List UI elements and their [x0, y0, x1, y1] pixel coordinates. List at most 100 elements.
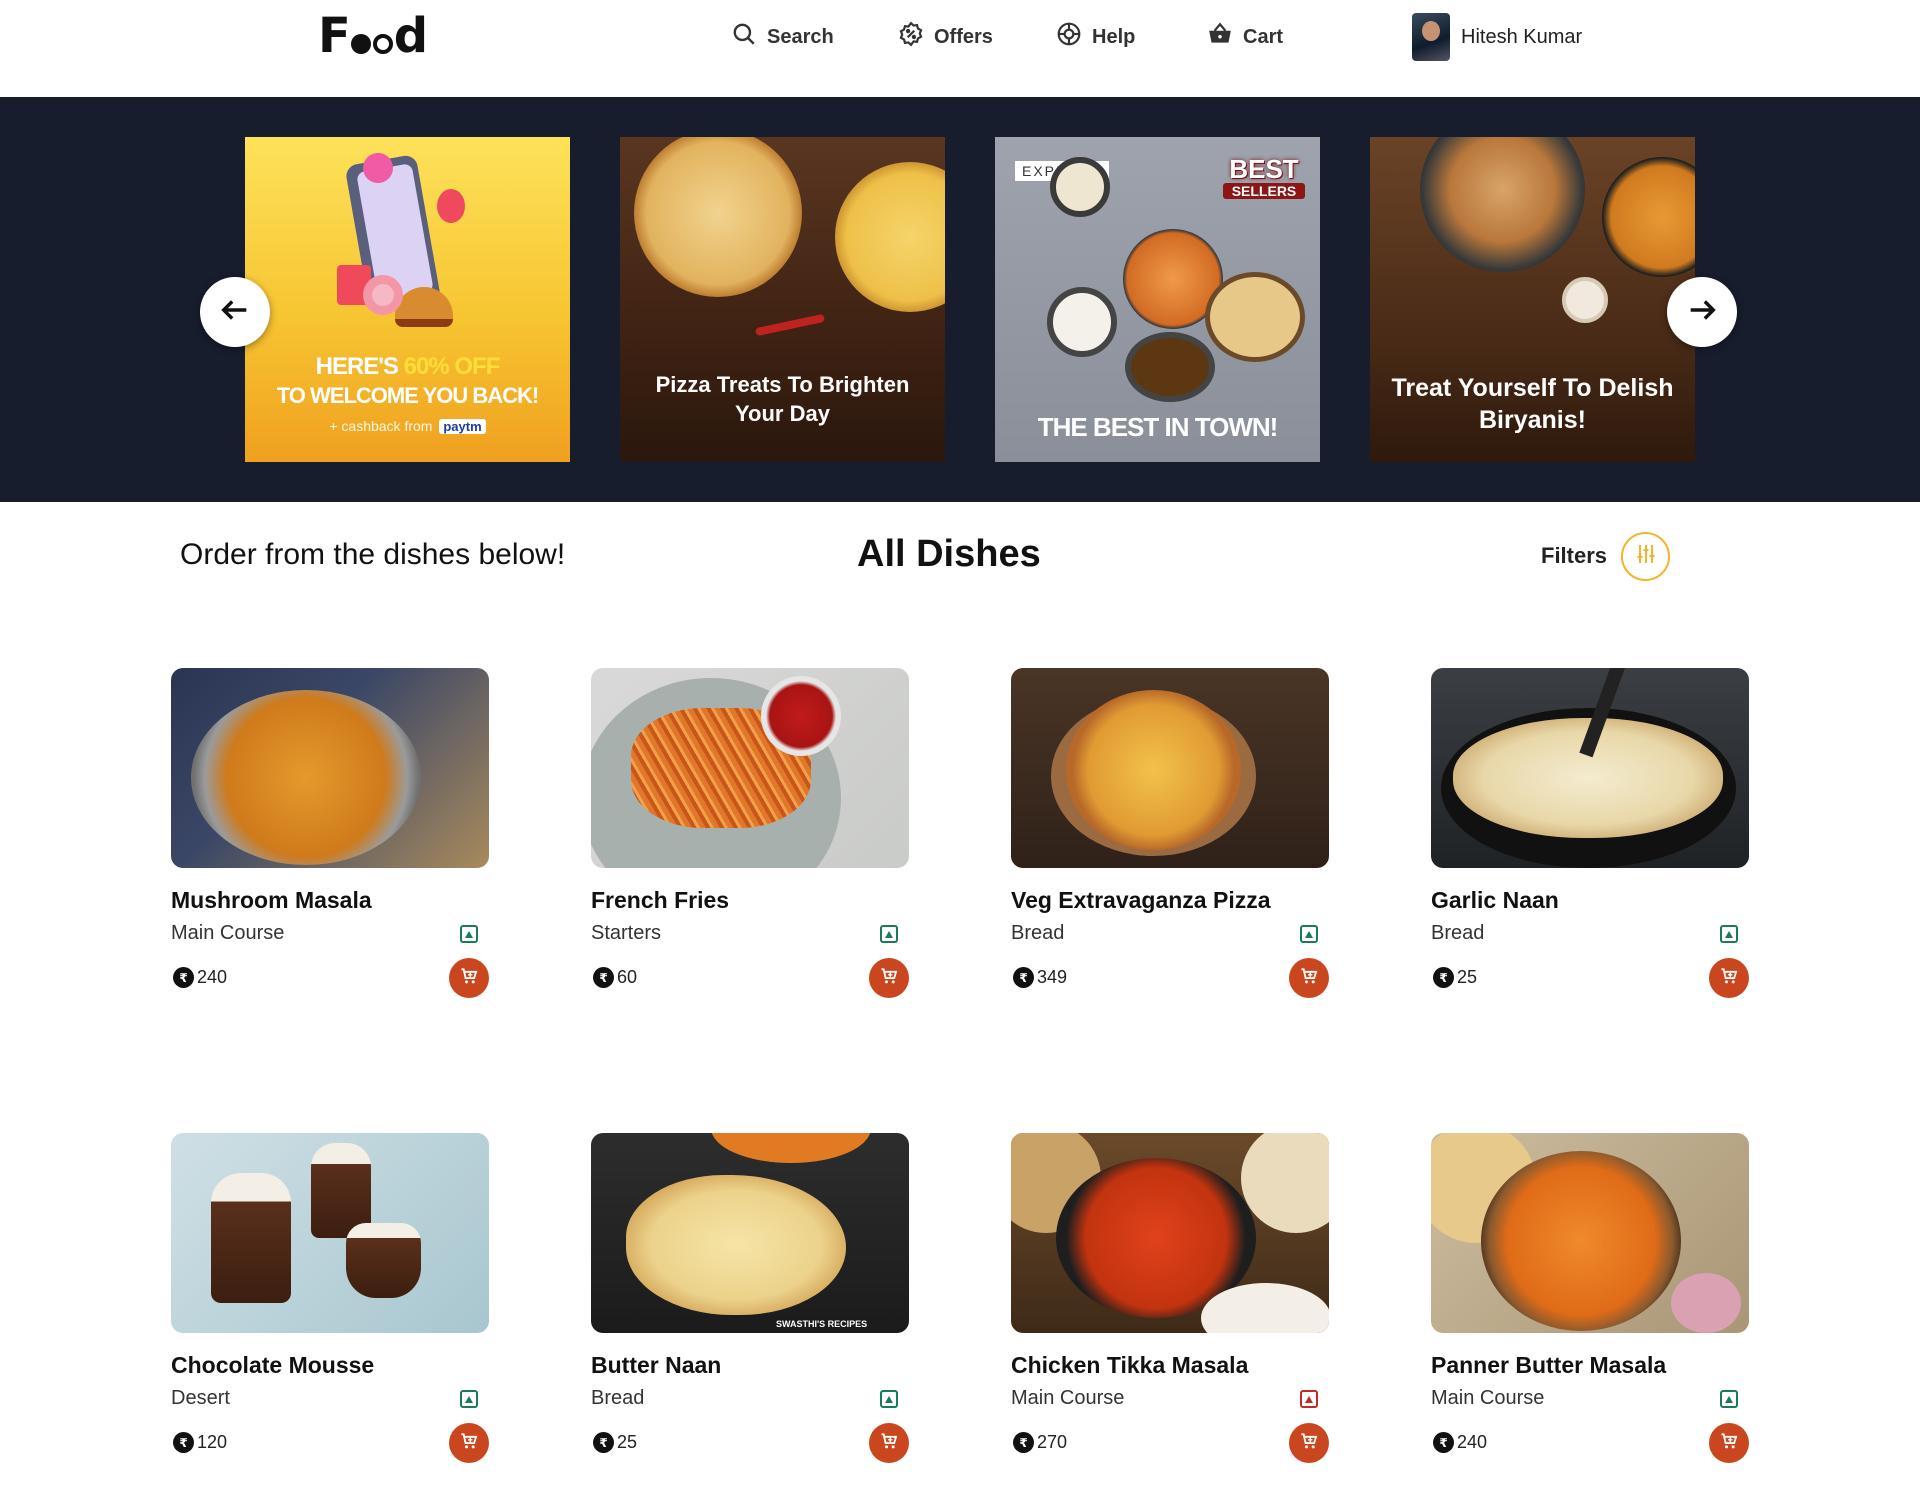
dish-price: ₹60: [593, 967, 637, 988]
add-to-cart-button[interactable]: [1289, 1423, 1329, 1463]
promo-cashback: + cashback from: [329, 418, 433, 434]
dish-card[interactable]: French Fries Starters ₹60: [591, 668, 909, 998]
rupee-icon: ₹: [1013, 1432, 1034, 1453]
dish-name: French Fries: [591, 887, 730, 913]
raita-illustration: [1562, 277, 1608, 323]
dish-category: Main Course: [1011, 1387, 1125, 1409]
carousel-next-button[interactable]: [1667, 277, 1737, 347]
nav-cart-label: Cart: [1243, 25, 1284, 48]
watermark-text: SWASTHI'S RECIPES: [776, 1319, 868, 1329]
promo-best-text: THE BEST IN TOWN!: [1037, 412, 1279, 442]
dish-price: ₹25: [593, 1432, 637, 1453]
dish-name: Chocolate Mousse: [171, 1352, 375, 1378]
dish-name: Mushroom Masala: [171, 887, 372, 913]
avatar[interactable]: [1412, 13, 1450, 61]
add-cart-icon: [1719, 1431, 1739, 1456]
nav-offers-label: Offers: [934, 25, 993, 48]
dish-image[interactable]: SWASTHI'S RECIPES: [591, 1133, 909, 1333]
dish-price: ₹240: [173, 967, 227, 988]
food-logo[interactable]: Fd: [318, 8, 428, 64]
dish-card[interactable]: SWASTHI'S RECIPES Butter Naan Bread ₹25: [591, 1133, 909, 1463]
dish-card[interactable]: Panner Butter Masala Main Course ₹240: [1431, 1133, 1749, 1463]
dish-card[interactable]: Veg Extravaganza Pizza Bread ₹349: [1011, 668, 1329, 998]
dish-image[interactable]: [171, 668, 489, 868]
carousel-prev-button[interactable]: [200, 277, 270, 347]
filters-label[interactable]: Filters: [1541, 543, 1607, 569]
rupee-icon: ₹: [173, 967, 194, 988]
veg-indicator-icon: [1300, 925, 1318, 943]
add-to-cart-button[interactable]: [1289, 958, 1329, 998]
promo-card-bestsellers[interactable]: EXPLORE BEST SELLERS THE BEST IN TOWN!: [995, 137, 1320, 462]
dish-price: ₹240: [1433, 1432, 1487, 1453]
best-sellers-badge: BEST SELLERS: [1223, 155, 1305, 199]
naan-illustration: [1205, 272, 1305, 362]
dish-image[interactable]: [1011, 668, 1329, 868]
top-header: Fd Search Offers Help Cart Hitesh Kumar: [0, 0, 1920, 97]
paytm-logo: paytm: [439, 419, 486, 434]
dish-image[interactable]: [1011, 1133, 1329, 1333]
dish-name: Butter Naan: [591, 1352, 722, 1378]
veg-indicator-icon: [1720, 1390, 1738, 1408]
dish-image[interactable]: [1431, 668, 1749, 868]
add-to-cart-button[interactable]: [869, 958, 909, 998]
promo-card-biryani[interactable]: Treat Yourself To Delish Biryanis!: [1370, 137, 1695, 462]
dish-card[interactable]: Mushroom Masala Main Course ₹240: [171, 668, 489, 998]
promo-card-welcome[interactable]: HERE'S 60% OFF TO WELCOME YOU BACK! + ca…: [245, 137, 570, 462]
filters-button[interactable]: [1621, 532, 1670, 581]
dish-category: Main Course: [1431, 1387, 1545, 1409]
section-title: All Dishes: [857, 533, 1041, 575]
rupee-icon: ₹: [1433, 967, 1454, 988]
veg-indicator-icon: [1720, 925, 1738, 943]
veg-indicator-icon: [460, 925, 478, 943]
dish-price: ₹270: [1013, 1432, 1067, 1453]
rice-illustration: [1047, 287, 1117, 357]
add-cart-icon: [879, 966, 899, 991]
add-cart-icon: [459, 966, 479, 991]
rupee-icon: ₹: [1013, 967, 1034, 988]
dish-name: Veg Extravaganza Pizza: [1011, 887, 1271, 913]
add-cart-icon: [1299, 966, 1319, 991]
add-to-cart-button[interactable]: [449, 1423, 489, 1463]
add-to-cart-button[interactable]: [1709, 1423, 1749, 1463]
balloon: [363, 153, 393, 183]
user-name[interactable]: Hitesh Kumar: [1461, 26, 1582, 49]
veg-indicator-icon: [460, 1390, 478, 1408]
rupee-icon: ₹: [593, 1432, 614, 1453]
help-icon: [1056, 21, 1082, 53]
dish-category: Bread: [591, 1387, 645, 1409]
dish-image[interactable]: [1431, 1133, 1749, 1333]
promo-pizza-text: Pizza Treats To Brighten Your Day: [655, 372, 910, 426]
dish-price: ₹120: [173, 1432, 227, 1453]
promo-card-pizza[interactable]: Pizza Treats To Brighten Your Day: [620, 137, 945, 462]
dish-illustration: [1050, 157, 1110, 217]
dish-name: Chicken Tikka Masala: [1011, 1352, 1249, 1378]
dish-price: ₹25: [1433, 967, 1477, 988]
arrow-left-icon: [218, 293, 252, 332]
biryani-pot-illustration: [1420, 137, 1585, 272]
dish-card[interactable]: Garlic Naan Bread ₹25: [1431, 668, 1749, 998]
dal-illustration: [1125, 332, 1215, 402]
add-to-cart-button[interactable]: [449, 958, 489, 998]
dish-card[interactable]: Chicken Tikka Masala Main Course ₹270: [1011, 1133, 1329, 1463]
dish-category: Starters: [591, 922, 662, 944]
add-to-cart-button[interactable]: [869, 1423, 909, 1463]
nav-offers[interactable]: Offers: [898, 21, 993, 52]
dish-category: Bread: [1431, 922, 1485, 944]
dish-image[interactable]: [591, 668, 909, 868]
nav-search[interactable]: Search: [731, 22, 834, 52]
add-to-cart-button[interactable]: [1709, 958, 1749, 998]
dish-name: Panner Butter Masala: [1431, 1352, 1667, 1378]
add-cart-icon: [1719, 966, 1739, 991]
promo-headline-a: HERE'S: [315, 353, 404, 380]
pizza-illustration: [835, 162, 945, 312]
search-icon: [731, 21, 757, 53]
nav-cart[interactable]: Cart: [1207, 22, 1283, 52]
dish-card[interactable]: Chocolate Mousse Desert ₹120: [171, 1133, 489, 1463]
dish-category: Bread: [1011, 922, 1065, 944]
balloon: [437, 189, 465, 223]
nav-help[interactable]: Help: [1056, 22, 1135, 52]
rupee-icon: ₹: [173, 1432, 194, 1453]
dish-image[interactable]: [171, 1133, 489, 1333]
nav-help-label: Help: [1092, 25, 1136, 48]
dish-category: Main Course: [171, 922, 285, 944]
